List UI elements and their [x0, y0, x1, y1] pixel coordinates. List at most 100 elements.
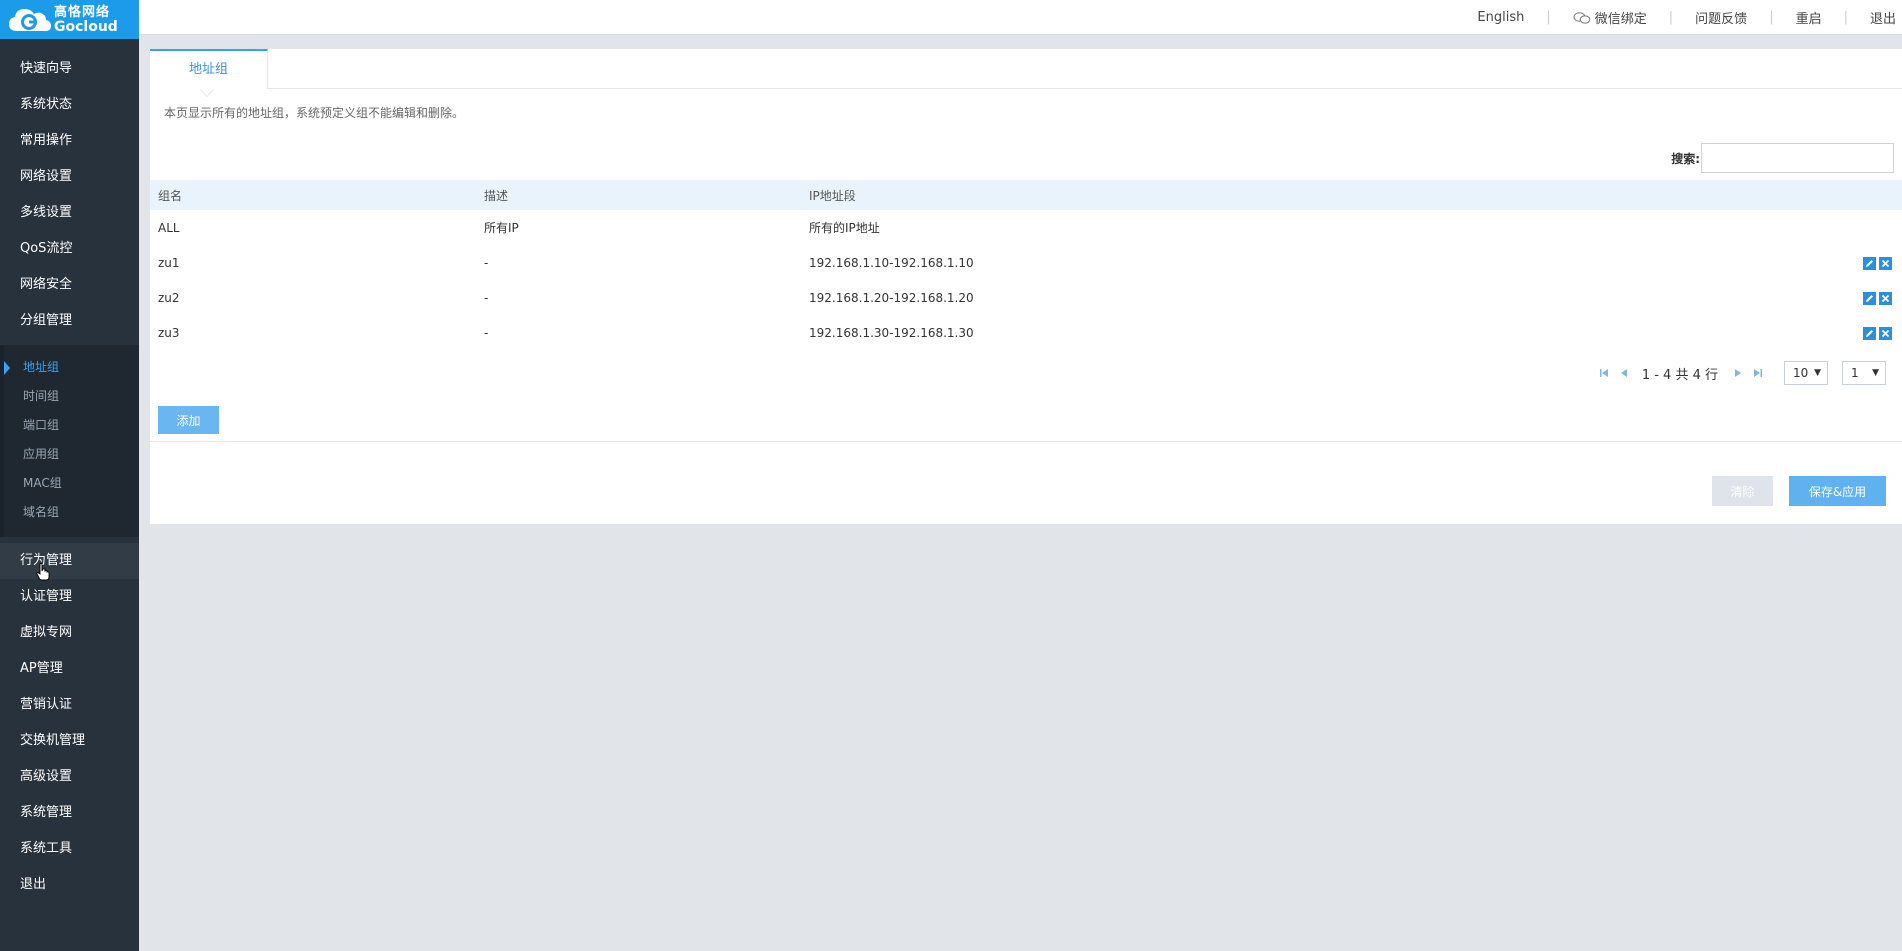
- sidebar-item-advanced-settings[interactable]: 高级设置: [0, 759, 139, 795]
- column-header-description[interactable]: 描述: [476, 180, 801, 210]
- top-bar: English | 微信绑定 | 问题反馈 | 重启 | 退出: [139, 0, 1902, 35]
- sidebar-item-quick-guide[interactable]: 快速向导: [0, 51, 139, 87]
- page-size-value: 10: [1793, 366, 1809, 380]
- cell-ip-range: 192.168.1.20-192.168.1.20: [809, 290, 974, 305]
- sidebar-item-network-security[interactable]: 网络安全: [0, 267, 139, 303]
- divider: [150, 441, 1902, 442]
- submenu-item-mac-group[interactable]: MAC组: [0, 469, 139, 498]
- sidebar-item-common-ops[interactable]: 常用操作: [0, 123, 139, 159]
- cloud-logo-icon: [9, 8, 51, 31]
- brand-name-en: Gocloud: [54, 18, 118, 35]
- separator: |: [1546, 10, 1551, 25]
- column-header-ip-range[interactable]: IP地址段: [801, 180, 1655, 210]
- submenu-item-app-group[interactable]: 应用组: [0, 440, 139, 469]
- tab-bar: 地址组: [150, 49, 1902, 98]
- tab-caret-icon: [199, 82, 215, 98]
- table-row: zu1 - 192.168.1.10-192.168.1.10: [150, 245, 1902, 280]
- cell-description: 所有IP: [484, 221, 519, 235]
- main-panel: 地址组 本页显示所有的地址组，系统预定义组不能编辑和删除。 搜索: 组名 描述 …: [150, 49, 1902, 524]
- brand-name-cn: 高恪网络: [54, 4, 111, 20]
- cell-actions: [1655, 245, 1902, 280]
- dropdown-arrow-icon: ▼: [1814, 368, 1821, 378]
- group-submenu: 地址组 时间组 端口组 应用组 MAC组 域名组: [0, 345, 139, 537]
- last-page-icon[interactable]: [1752, 367, 1764, 379]
- sidebar-menu: 快速向导 系统状态 常用操作 网络设置 多线设置 QoS流控 网络安全 分组管理…: [0, 51, 139, 903]
- cell-group-name: ALL: [158, 220, 180, 235]
- column-header-actions: [1654, 180, 1902, 210]
- cell-description: -: [484, 290, 489, 305]
- delete-icon[interactable]: [1879, 256, 1892, 270]
- hand-cursor-icon: [36, 563, 50, 581]
- edit-icon[interactable]: [1863, 326, 1876, 340]
- next-page-icon[interactable]: [1732, 367, 1744, 379]
- top-links: English | 微信绑定 | 问题反馈 | 重启 | 退出: [1471, 0, 1902, 35]
- column-header-name[interactable]: 组名: [150, 180, 476, 210]
- sidebar-item-ap-management[interactable]: AP管理: [0, 651, 139, 687]
- clear-button[interactable]: 清除: [1712, 476, 1773, 506]
- submenu-item-label: 地址组: [23, 360, 60, 374]
- reboot-link[interactable]: 重启: [1790, 8, 1828, 27]
- group-submenu-wrapper: 地址组 时间组 端口组 应用组 MAC组 域名组: [0, 345, 139, 537]
- wechat-bind-label: 微信绑定: [1594, 12, 1647, 27]
- search-input[interactable]: [1701, 143, 1894, 173]
- cell-ip-range: 192.168.1.30-192.168.1.30: [809, 325, 974, 340]
- sidebar-item-qos[interactable]: QoS流控: [0, 231, 139, 267]
- cell-actions: [1655, 315, 1902, 350]
- save-apply-button[interactable]: 保存&应用: [1789, 476, 1886, 506]
- sidebar-item-network-settings[interactable]: 网络设置: [0, 159, 139, 195]
- sidebar-item-system-status[interactable]: 系统状态: [0, 87, 139, 123]
- page-number-value: 1: [1851, 366, 1859, 380]
- page-number-select[interactable]: 1 ▼: [1842, 361, 1886, 385]
- dropdown-arrow-icon: ▼: [1872, 368, 1879, 378]
- search-label: 搜索:: [1671, 152, 1700, 166]
- wechat-bind-link[interactable]: 微信绑定: [1567, 8, 1653, 27]
- tab-label: 地址组: [188, 62, 228, 77]
- cell-group-name: zu1: [158, 255, 180, 270]
- cell-description: -: [484, 325, 489, 340]
- sidebar-item-multiline[interactable]: 多线设置: [0, 195, 139, 231]
- pagination-info: 1 - 4 共 4 行: [1641, 367, 1718, 383]
- table-header-row: 组名 描述 IP地址段: [150, 180, 1902, 210]
- wechat-icon: [1573, 11, 1591, 24]
- logout-link[interactable]: 退出: [1864, 8, 1902, 27]
- sidebar-item-switch-management[interactable]: 交换机管理: [0, 723, 139, 759]
- cell-actions: [1655, 280, 1902, 315]
- cell-description: -: [484, 255, 489, 270]
- tab-address-group[interactable]: 地址组: [150, 49, 268, 98]
- submenu-item-domain-group[interactable]: 域名组: [0, 498, 139, 527]
- feedback-link[interactable]: 问题反馈: [1689, 8, 1753, 27]
- edit-icon[interactable]: [1863, 291, 1876, 305]
- logo[interactable]: 高恪网络 Gocloud: [0, 0, 139, 39]
- table-row: zu2 - 192.168.1.20-192.168.1.20: [150, 280, 1902, 315]
- table-row: zu3 - 192.168.1.30-192.168.1.30: [150, 315, 1902, 350]
- first-page-icon[interactable]: [1598, 367, 1610, 379]
- cell-group-name: zu3: [158, 325, 180, 340]
- separator: |: [1843, 10, 1848, 25]
- address-group-table: 组名 描述 IP地址段 ALL 所有IP 所有的IP地址 zu1 - 192.1…: [150, 180, 1902, 350]
- delete-icon[interactable]: [1879, 326, 1892, 340]
- add-button[interactable]: 添加: [158, 406, 219, 434]
- sidebar-item-system-management[interactable]: 系统管理: [0, 795, 139, 831]
- cell-actions: [1655, 210, 1902, 245]
- sidebar-item-group-management[interactable]: 分组管理: [0, 303, 139, 339]
- page-size-select[interactable]: 10 ▼: [1784, 361, 1828, 385]
- sidebar-item-system-tools[interactable]: 系统工具: [0, 831, 139, 867]
- sidebar-item-marketing-auth[interactable]: 营销认证: [0, 687, 139, 723]
- prev-page-icon[interactable]: [1618, 367, 1630, 379]
- submenu-item-time-group[interactable]: 时间组: [0, 382, 139, 411]
- cell-ip-range: 所有的IP地址: [809, 221, 880, 235]
- sidebar-item-logout[interactable]: 退出: [0, 867, 139, 903]
- active-marker-icon: [4, 361, 10, 375]
- language-link[interactable]: English: [1471, 10, 1530, 25]
- pagination: 1 - 4 共 4 行 10 ▼ 1 ▼: [1594, 361, 1886, 385]
- delete-icon[interactable]: [1879, 291, 1892, 305]
- sidebar-item-auth-management[interactable]: 认证管理: [0, 579, 139, 615]
- sidebar-item-vpn[interactable]: 虚拟专网: [0, 615, 139, 651]
- page-description: 本页显示所有的地址组，系统预定义组不能编辑和删除。: [164, 106, 465, 120]
- submenu-item-port-group[interactable]: 端口组: [0, 411, 139, 440]
- sidebar-item-behavior-management[interactable]: 行为管理: [0, 543, 139, 579]
- edit-icon[interactable]: [1863, 256, 1876, 270]
- table-row: ALL 所有IP 所有的IP地址: [150, 210, 1902, 245]
- separator: |: [1769, 10, 1774, 25]
- submenu-item-address-group[interactable]: 地址组: [0, 353, 139, 382]
